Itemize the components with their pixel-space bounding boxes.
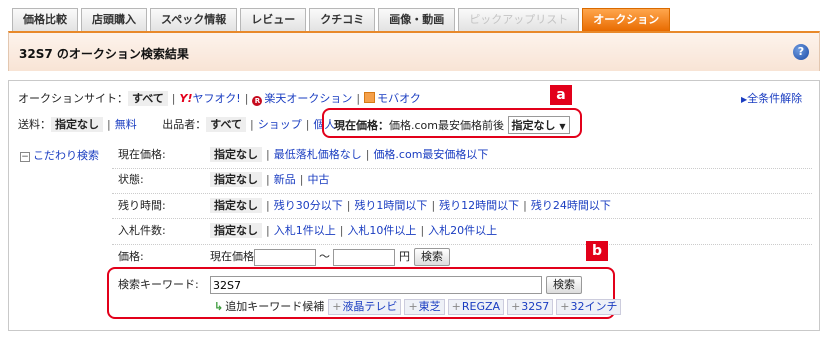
arrow-return-icon: ↳ xyxy=(214,300,224,313)
auction-site-label: オークションサイト： xyxy=(18,92,128,105)
minus-icon: − xyxy=(20,152,30,162)
auction-site-mobaoku[interactable]: モバオク xyxy=(377,92,421,105)
filter-state-options: 指定なし | 新品 | 中古 xyxy=(210,169,329,191)
pricerange-current-label: 現在価格 xyxy=(210,250,254,263)
auction-site-yahoo[interactable]: ヤフオク! xyxy=(193,92,241,105)
filter-price-no-min[interactable]: 最低落札価格なし xyxy=(274,148,362,161)
auction-site-all[interactable]: すべて xyxy=(128,91,168,106)
auction-site-rakuten[interactable]: 楽天オークション xyxy=(264,92,352,105)
shipping-label: 送料： xyxy=(18,118,51,131)
divider xyxy=(112,193,812,194)
filter-price-options: 指定なし | 最低落札価格なし | 価格.com最安価格以下 xyxy=(210,144,488,166)
keyword-suggestion[interactable]: +東芝 xyxy=(404,299,445,315)
auction-site-row: オークションサイト： すべて | Y!ヤフオク! | R 楽天オークション | モバオク xyxy=(18,91,421,106)
yen-label: 円 xyxy=(399,250,410,263)
filter-remaining-any[interactable]: 指定なし xyxy=(210,198,262,213)
title-bar: 32S7 のオークション検索結果 ? xyxy=(8,31,820,71)
filter-price-below-lowest[interactable]: 価格.com最安価格以下 xyxy=(373,148,488,161)
seller-all[interactable]: すべて xyxy=(206,117,247,132)
filter-remaining-1h[interactable]: 残り1時間以下 xyxy=(354,199,427,212)
price-max-input[interactable] xyxy=(333,248,395,266)
mobaoku-logo-icon xyxy=(364,92,376,103)
seller-label: 出品者： xyxy=(162,118,207,131)
keyword-label: 検索キーワード: xyxy=(118,278,199,291)
tab-review[interactable]: レビュー xyxy=(240,8,307,31)
keyword-row: 検索 xyxy=(210,276,582,294)
filter-bids-any[interactable]: 指定なし xyxy=(210,223,262,238)
price-min-input[interactable] xyxy=(254,248,316,266)
filter-remaining-30m[interactable]: 残り30分以下 xyxy=(274,199,343,212)
price-search-button[interactable]: 検索 xyxy=(414,248,450,266)
yahoo-logo-icon: Y! xyxy=(179,92,193,105)
keyword-suggestion[interactable]: +液晶テレビ xyxy=(328,299,402,315)
tab-bar: 価格比較 店頭購入 スペック情報 レビュー クチコミ 画像・動画 ピックアップリ… xyxy=(12,8,673,31)
keyword-search-button[interactable]: 検索 xyxy=(546,276,582,294)
filter-bids-label: 入札件数: xyxy=(118,224,166,237)
divider xyxy=(112,244,812,245)
keyword-suggestion[interactable]: +32インチ xyxy=(556,299,622,315)
tilde: 〜 xyxy=(319,250,330,263)
filter-pricerange-label: 価格: xyxy=(118,250,144,263)
rakuten-logo-icon: R xyxy=(252,96,263,106)
keyword-suggestion[interactable]: +32S7 xyxy=(507,299,554,315)
tab-images-video[interactable]: 画像・動画 xyxy=(378,8,456,31)
filter-price-label: 現在価格: xyxy=(118,148,166,161)
filter-state-label: 状態: xyxy=(118,173,144,186)
filter-bids-1[interactable]: 入札1件以上 xyxy=(274,224,336,237)
marker-a: a xyxy=(550,85,572,105)
help-icon[interactable]: ? xyxy=(793,44,809,60)
tab-price-compare[interactable]: 価格比較 xyxy=(12,8,78,31)
tab-kuchikomi[interactable]: クチコミ xyxy=(309,8,376,31)
filter-pricerange-row: 現在価格 〜 円検索 xyxy=(210,246,450,268)
highlight-box-a xyxy=(322,108,582,138)
filter-bids-options: 指定なし | 入札1件以上 | 入札10件以上 | 入札20件以上 xyxy=(210,220,497,242)
marker-b: b xyxy=(586,241,608,261)
tab-spec[interactable]: スペック情報 xyxy=(150,8,238,31)
filter-bids-10[interactable]: 入札10件以上 xyxy=(347,224,416,237)
filter-remaining-12h[interactable]: 残り12時間以下 xyxy=(439,199,519,212)
filter-remaining-label: 残り時間: xyxy=(118,199,166,212)
shipping-any[interactable]: 指定なし xyxy=(51,117,103,132)
keyword-input[interactable] xyxy=(210,276,542,294)
filter-remaining-24h[interactable]: 残り24時間以下 xyxy=(531,199,611,212)
suggest-label: 追加キーワード候補 xyxy=(225,300,325,313)
keyword-suggest-row: ↳ 追加キーワード候補 +液晶テレビ +東芝 +REGZA +32S7 +32インチ xyxy=(214,298,624,315)
reset-all-link[interactable]: ▶全条件解除 xyxy=(741,90,802,106)
filter-bids-20[interactable]: 入札20件以上 xyxy=(428,224,497,237)
keyword-suggestion[interactable]: +REGZA xyxy=(447,299,505,315)
kodawari-toggle[interactable]: − こだわり検索 xyxy=(20,147,99,163)
page-title: 32S7 のオークション検索結果 xyxy=(19,47,189,61)
filter-state-used[interactable]: 中古 xyxy=(307,173,329,186)
tab-auction[interactable]: オークション xyxy=(582,8,671,31)
shipping-free[interactable]: 無料 xyxy=(115,118,137,131)
reset-all-label[interactable]: 全条件解除 xyxy=(747,92,802,105)
tab-store-purchase[interactable]: 店頭購入 xyxy=(81,8,147,31)
shipping-seller-row: 送料： 指定なし | 無料 出品者： すべて | ショップ | 個人 xyxy=(18,117,336,132)
kodawari-label[interactable]: こだわり検索 xyxy=(33,149,99,162)
tab-pickup-list: ピックアップリスト xyxy=(458,8,580,31)
filter-state-any[interactable]: 指定なし xyxy=(210,172,262,187)
seller-shop[interactable]: ショップ xyxy=(258,118,302,131)
filter-remaining-options: 指定なし | 残り30分以下 | 残り1時間以下 | 残り12時間以下 | 残り24時間以下 xyxy=(210,195,611,217)
filter-price-any[interactable]: 指定なし xyxy=(210,147,262,162)
filter-state-new[interactable]: 新品 xyxy=(274,173,296,186)
divider xyxy=(112,218,812,219)
